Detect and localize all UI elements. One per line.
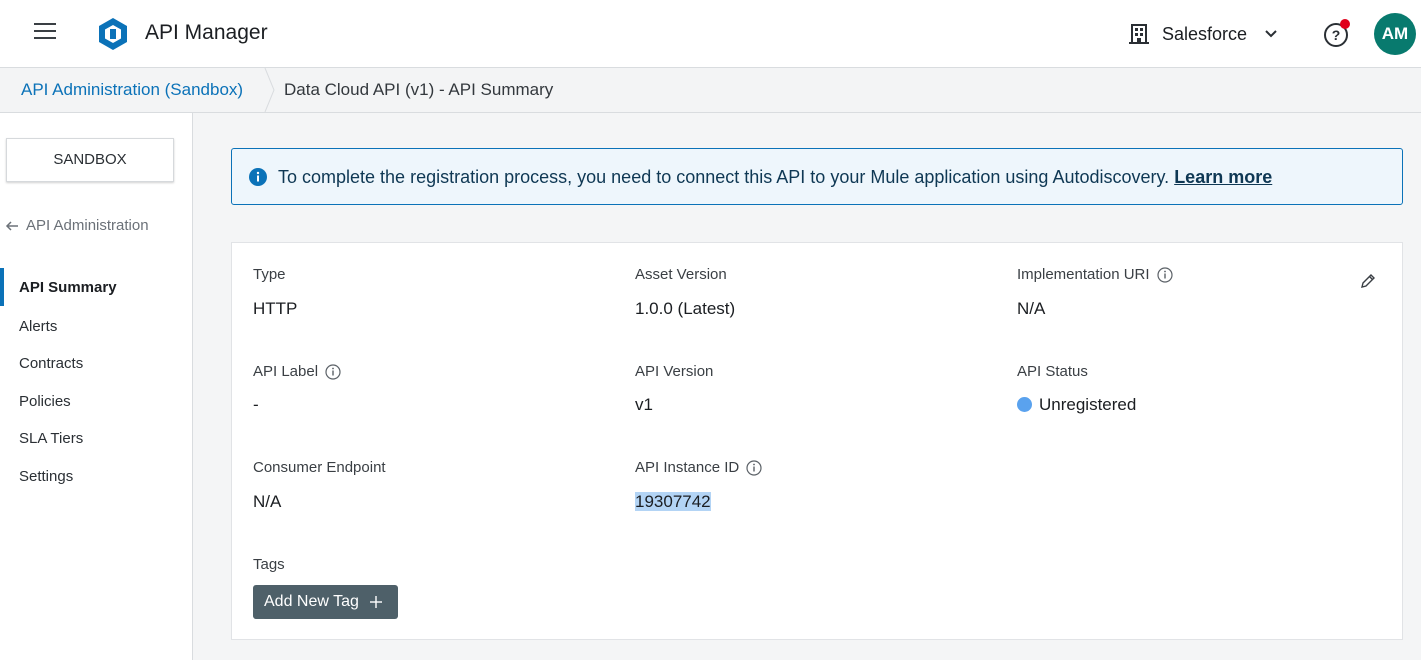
sidebar-item-sla-tiers[interactable]: SLA Tiers [19,430,83,447]
add-new-tag-button[interactable]: Add New Tag [253,585,398,619]
sidebar-item-api-summary[interactable]: API Summary [19,279,117,296]
learn-more-link[interactable]: Learn more [1174,167,1272,187]
pencil-icon[interactable] [1359,272,1377,290]
asset-version-label-text: Asset Version [635,266,727,283]
api-version-label: API Version [635,363,713,380]
building-icon [1129,24,1149,44]
breadcrumb-separator [264,68,275,112]
implementation-uri-label: Implementation URI [1017,266,1173,283]
sidebar-item-alerts[interactable]: Alerts [19,318,57,335]
api-instance-id-label-text: API Instance ID [635,459,740,476]
api-status-label-text: API Status [1017,363,1088,380]
add-new-tag-label: Add New Tag [264,593,359,610]
org-name: Salesforce [1162,23,1248,44]
info-outline-icon[interactable] [325,363,341,380]
breadcrumb: API Administration (Sandbox) Data Cloud … [0,68,1421,113]
api-label-value: - [253,395,259,414]
app-title: API Manager [145,21,268,44]
environment-button[interactable]: SANDBOX [6,138,174,182]
api-status-text: Unregistered [1039,395,1137,414]
banner-text: To complete the registration process, yo… [278,167,1170,187]
type-label-text: Type [253,266,286,283]
api-instance-id-label: API Instance ID [635,459,762,476]
api-label-label: API Label [253,363,341,380]
back-link-label: API Administration [26,217,149,234]
tags-label-text: Tags [253,556,285,573]
api-instance-id-text[interactable]: 19307742 [635,492,711,511]
api-instance-id-value: 19307742 [635,492,711,512]
page-title: Data Cloud API (v1) - API Summary [284,80,554,99]
chevron-down-icon [1265,30,1277,38]
tags-label: Tags [253,556,285,573]
api-label-label-text: API Label [253,363,319,380]
autodiscovery-banner: To complete the registration process, yo… [231,148,1403,205]
implementation-uri-label-text: Implementation URI [1017,266,1150,283]
plus-icon [370,596,382,608]
type-value: HTTP [253,299,298,318]
org-switcher[interactable]: Salesforce [1128,20,1279,48]
sidebar-item-policies[interactable]: Policies [19,393,71,410]
active-nav-indicator [0,268,4,306]
asset-version-label: Asset Version [635,266,727,283]
sidebar-item-contracts[interactable]: Contracts [19,355,83,372]
api-version-value: v1 [635,395,653,414]
menu-icon[interactable] [34,20,56,42]
arrow-left-icon [5,220,18,231]
status-dot-icon [1017,397,1032,412]
asset-version-value: 1.0.0 (Latest) [635,299,736,318]
info-outline-icon[interactable] [746,459,762,476]
info-icon [249,168,267,186]
api-manager-logo [99,18,127,50]
svg-text:?: ? [1332,27,1341,43]
avatar[interactable]: AM [1374,13,1416,55]
type-label: Type [253,266,286,283]
api-summary-card: Type HTTP Asset Version 1.0.0 (Latest) I… [231,242,1403,640]
breadcrumb-parent-link[interactable]: API Administration (Sandbox) [21,80,243,100]
info-outline-icon[interactable] [1156,266,1173,283]
help-button[interactable]: ? [1323,19,1350,48]
sidebar: SANDBOX API Administration API Summary A… [0,113,193,660]
notification-dot [1340,19,1350,29]
implementation-uri-value: N/A [1017,299,1046,318]
top-bar: API Manager Salesforce ? AM [0,0,1421,68]
api-status-label: API Status [1017,363,1088,380]
sidebar-item-settings[interactable]: Settings [19,468,73,485]
back-to-api-administration-link[interactable]: API Administration [5,217,149,234]
banner-message: To complete the registration process, yo… [278,167,1272,188]
api-version-label-text: API Version [635,363,714,380]
consumer-endpoint-value: N/A [253,492,282,511]
api-status-value: Unregistered [1017,395,1136,415]
consumer-endpoint-label: Consumer Endpoint [253,459,386,476]
consumer-endpoint-label-text: Consumer Endpoint [253,459,386,476]
